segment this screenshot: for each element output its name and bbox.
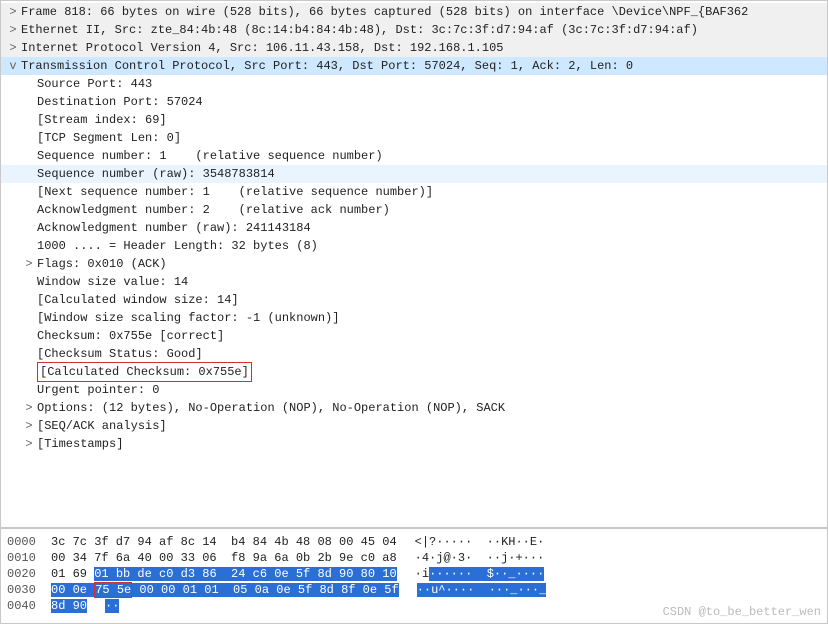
chevron-right-icon[interactable]: > bbox=[21, 435, 37, 453]
tree-row-21[interactable]: Urgent pointer: 0 bbox=[1, 381, 827, 399]
chevron-right-icon[interactable]: > bbox=[21, 255, 37, 273]
tree-row-label: [SEQ/ACK analysis] bbox=[37, 417, 167, 435]
packet-bytes-pane[interactable]: 00003c 7c 3f d7 94 af 8c 14 b4 84 4b 48 … bbox=[0, 528, 828, 624]
tree-row-label: Transmission Control Protocol, Src Port:… bbox=[21, 57, 633, 75]
tree-spacer bbox=[21, 165, 37, 183]
tree-row-label: Acknowledgment number: 2 (relative ack n… bbox=[37, 201, 390, 219]
tree-row-label: [Checksum Status: Good] bbox=[37, 345, 203, 363]
tree-row-label: Internet Protocol Version 4, Src: 106.11… bbox=[21, 39, 503, 57]
tree-spacer bbox=[21, 363, 37, 381]
tree-row-label: Destination Port: 57024 bbox=[37, 93, 203, 111]
tree-spacer bbox=[21, 291, 37, 309]
tree-spacer bbox=[21, 309, 37, 327]
tree-row-8[interactable]: Sequence number: 1 (relative sequence nu… bbox=[1, 147, 827, 165]
tree-row-14[interactable]: >Flags: 0x010 (ACK) bbox=[1, 255, 827, 273]
hex-offset: 0020 bbox=[7, 565, 51, 581]
tree-spacer bbox=[21, 219, 37, 237]
tree-row-label: [Calculated window size: 14] bbox=[37, 291, 239, 309]
hex-ascii: <|?····· ··KH··E· bbox=[415, 533, 545, 549]
tree-row-label: 1000 .... = Header Length: 32 bytes (8) bbox=[37, 237, 318, 255]
tree-row-18[interactable]: Checksum: 0x755e [correct] bbox=[1, 327, 827, 345]
hex-row[interactable]: 001000 34 7f 6a 40 00 33 06 f8 9a 6a 0b … bbox=[7, 549, 821, 565]
chevron-right-icon[interactable]: > bbox=[5, 3, 21, 21]
tree-row-2[interactable]: >Internet Protocol Version 4, Src: 106.1… bbox=[1, 39, 827, 57]
tree-row-label: Sequence number (raw): 3548783814 bbox=[37, 165, 275, 183]
tree-row-label: Source Port: 443 bbox=[37, 75, 152, 93]
tree-row-17[interactable]: [Window size scaling factor: -1 (unknown… bbox=[1, 309, 827, 327]
hex-offset: 0000 bbox=[7, 533, 51, 549]
tree-row-label: [Calculated Checksum: 0x755e] bbox=[37, 362, 252, 382]
hex-ascii: ·4·j@·3· ··j·+··· bbox=[415, 549, 545, 565]
hex-ascii: ·· bbox=[105, 597, 119, 613]
tree-row-11[interactable]: Acknowledgment number: 2 (relative ack n… bbox=[1, 201, 827, 219]
tree-row-22[interactable]: >Options: (12 bytes), No-Operation (NOP)… bbox=[1, 399, 827, 417]
tree-spacer bbox=[21, 75, 37, 93]
tree-spacer bbox=[21, 237, 37, 255]
tree-row-9[interactable]: Sequence number (raw): 3548783814 bbox=[1, 165, 827, 183]
packet-details-pane[interactable]: >Frame 818: 66 bytes on wire (528 bits),… bbox=[0, 0, 828, 528]
tree-row-label: Sequence number: 1 (relative sequence nu… bbox=[37, 147, 383, 165]
tree-row-10[interactable]: [Next sequence number: 1 (relative seque… bbox=[1, 183, 827, 201]
tree-row-20[interactable]: [Calculated Checksum: 0x755e] bbox=[1, 363, 827, 381]
chevron-right-icon[interactable]: > bbox=[21, 417, 37, 435]
tree-row-3[interactable]: vTransmission Control Protocol, Src Port… bbox=[1, 57, 827, 75]
tree-row-15[interactable]: Window size value: 14 bbox=[1, 273, 827, 291]
tree-row-label: Urgent pointer: 0 bbox=[37, 381, 159, 399]
tree-row-label: Checksum: 0x755e [correct] bbox=[37, 327, 224, 345]
tree-row-0[interactable]: >Frame 818: 66 bytes on wire (528 bits),… bbox=[1, 3, 827, 21]
tree-row-label: Options: (12 bytes), No-Operation (NOP),… bbox=[37, 399, 505, 417]
tree-row-label: Frame 818: 66 bytes on wire (528 bits), … bbox=[21, 3, 748, 21]
tree-spacer bbox=[21, 129, 37, 147]
tree-spacer bbox=[21, 345, 37, 363]
tree-row-label: Ethernet II, Src: zte_84:4b:48 (8c:14:b4… bbox=[21, 21, 698, 39]
tree-spacer bbox=[21, 183, 37, 201]
hex-offset: 0040 bbox=[7, 597, 51, 613]
tree-spacer bbox=[21, 93, 37, 111]
tree-row-4[interactable]: Source Port: 443 bbox=[1, 75, 827, 93]
tree-row-5[interactable]: Destination Port: 57024 bbox=[1, 93, 827, 111]
tree-row-1[interactable]: >Ethernet II, Src: zte_84:4b:48 (8c:14:b… bbox=[1, 21, 827, 39]
tree-row-24[interactable]: >[Timestamps] bbox=[1, 435, 827, 453]
tree-spacer bbox=[21, 201, 37, 219]
tree-row-16[interactable]: [Calculated window size: 14] bbox=[1, 291, 827, 309]
chevron-right-icon[interactable]: > bbox=[5, 39, 21, 57]
hex-bytes: 00 34 7f 6a 40 00 33 06 f8 9a 6a 0b 2b 9… bbox=[51, 549, 397, 565]
tree-row-19[interactable]: [Checksum Status: Good] bbox=[1, 345, 827, 363]
hex-bytes: 3c 7c 3f d7 94 af 8c 14 b4 84 4b 48 08 0… bbox=[51, 533, 397, 549]
tree-row-label: [Stream index: 69] bbox=[37, 111, 167, 129]
hex-bytes: 01 69 01 bb de c0 d3 86 24 c6 0e 5f 8d 9… bbox=[51, 565, 397, 581]
tree-row-label: Flags: 0x010 (ACK) bbox=[37, 255, 167, 273]
tree-row-label: [Timestamps] bbox=[37, 435, 123, 453]
tree-row-label: [Window size scaling factor: -1 (unknown… bbox=[37, 309, 339, 327]
tree-row-7[interactable]: [TCP Segment Len: 0] bbox=[1, 129, 827, 147]
hex-offset: 0030 bbox=[7, 581, 51, 597]
chevron-right-icon[interactable]: > bbox=[21, 399, 37, 417]
watermark-text: CSDN @to_be_better_wen bbox=[663, 603, 821, 621]
hex-offset: 0010 bbox=[7, 549, 51, 565]
chevron-down-icon[interactable]: v bbox=[5, 57, 21, 75]
tree-row-label: [TCP Segment Len: 0] bbox=[37, 129, 181, 147]
hex-row[interactable]: 003000 0e 75 5e 00 00 01 01 05 0a 0e 5f … bbox=[7, 581, 821, 597]
tree-spacer bbox=[21, 327, 37, 345]
tree-spacer bbox=[21, 381, 37, 399]
hex-ascii: ··u^···· ···_···_ bbox=[417, 581, 547, 597]
tree-row-6[interactable]: [Stream index: 69] bbox=[1, 111, 827, 129]
tree-row-label: Acknowledgment number (raw): 241143184 bbox=[37, 219, 311, 237]
hex-bytes: 00 0e 75 5e 00 00 01 01 05 0a 0e 5f 8d 8… bbox=[51, 581, 399, 597]
tree-row-13[interactable]: 1000 .... = Header Length: 32 bytes (8) bbox=[1, 237, 827, 255]
tree-spacer bbox=[21, 111, 37, 129]
hex-row[interactable]: 00003c 7c 3f d7 94 af 8c 14 b4 84 4b 48 … bbox=[7, 533, 821, 549]
tree-row-23[interactable]: >[SEQ/ACK analysis] bbox=[1, 417, 827, 435]
hex-row[interactable]: 002001 69 01 bb de c0 d3 86 24 c6 0e 5f … bbox=[7, 565, 821, 581]
tree-row-label: [Next sequence number: 1 (relative seque… bbox=[37, 183, 433, 201]
tree-row-12[interactable]: Acknowledgment number (raw): 241143184 bbox=[1, 219, 827, 237]
tree-spacer bbox=[21, 147, 37, 165]
hex-bytes: 8d 90 bbox=[51, 597, 87, 613]
hex-ascii: ·i······ $··_···· bbox=[415, 565, 545, 581]
tree-row-label: Window size value: 14 bbox=[37, 273, 188, 291]
tree-spacer bbox=[21, 273, 37, 291]
chevron-right-icon[interactable]: > bbox=[5, 21, 21, 39]
